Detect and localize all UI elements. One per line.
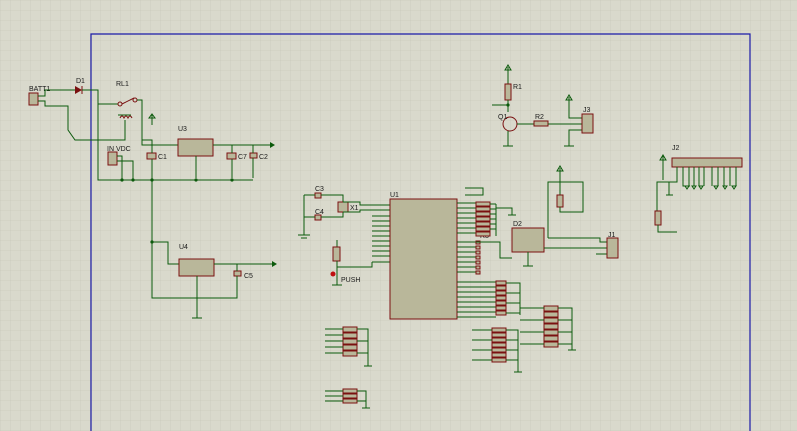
crystal-x1[interactable] xyxy=(337,201,349,213)
in-vdc-connector[interactable] xyxy=(107,151,118,166)
u4-label: U4 xyxy=(179,244,188,251)
c2-label: C2 xyxy=(259,154,268,161)
j1-label: J1 xyxy=(608,232,616,239)
batt-connector[interactable] xyxy=(28,92,39,106)
led-bank-lower[interactable] xyxy=(491,327,507,363)
x1-label: X1 xyxy=(350,205,359,212)
q1-label: Q1 xyxy=(498,114,507,121)
relay-d2[interactable] xyxy=(511,227,545,253)
resistor-r1[interactable] xyxy=(504,83,512,101)
d2-label: D2 xyxy=(513,221,522,228)
resistor-network-r3[interactable] xyxy=(475,201,491,237)
led-bank-right[interactable] xyxy=(543,305,559,348)
connector-j1[interactable] xyxy=(606,237,619,259)
j3-label: J3 xyxy=(583,107,591,114)
regulator-u3[interactable] xyxy=(177,138,214,157)
capacitor-c3[interactable] xyxy=(314,192,322,199)
led-bank-left[interactable] xyxy=(342,326,358,357)
in-vdc-label: IN VDC xyxy=(107,146,131,153)
connector-j3[interactable] xyxy=(581,113,594,134)
r2-label: R2 xyxy=(535,114,544,121)
d1-label: D1 xyxy=(76,78,85,85)
pin-markers-right xyxy=(475,240,481,275)
header-resistor[interactable] xyxy=(654,210,662,226)
schematic-canvas: BATT1 D1 RL1 IN VDC C1 U3 C7 C2 U4 C5 C3… xyxy=(0,0,797,431)
c7-label: C7 xyxy=(238,154,247,161)
c1-label: C1 xyxy=(158,154,167,161)
u3-label: U3 xyxy=(178,126,187,133)
u1-label: U1 xyxy=(390,192,399,199)
capacitor-c1[interactable] xyxy=(146,152,157,160)
rl1-label: RL1 xyxy=(116,81,129,88)
relay-resistor[interactable] xyxy=(556,194,564,208)
r1-label: R1 xyxy=(513,84,522,91)
push-button[interactable] xyxy=(330,271,336,277)
c3-label: C3 xyxy=(315,186,324,193)
capacitor-c5[interactable] xyxy=(233,270,242,277)
regulator-u4[interactable] xyxy=(178,258,215,277)
led-bank-bottom[interactable] xyxy=(342,388,358,404)
microcontroller-u1[interactable] xyxy=(389,198,458,320)
connector-j2[interactable] xyxy=(671,157,743,168)
j2-label: J2 xyxy=(672,145,680,152)
capacitor-c2[interactable] xyxy=(249,152,258,159)
pullup-resistor[interactable] xyxy=(332,246,341,262)
c5-label: C5 xyxy=(244,273,253,280)
led-bank-middle[interactable] xyxy=(495,280,507,316)
c4-label: C4 xyxy=(315,209,324,216)
resistor-r2[interactable] xyxy=(533,120,549,127)
capacitor-c7[interactable] xyxy=(226,152,237,160)
push-label: PUSH xyxy=(341,277,360,284)
